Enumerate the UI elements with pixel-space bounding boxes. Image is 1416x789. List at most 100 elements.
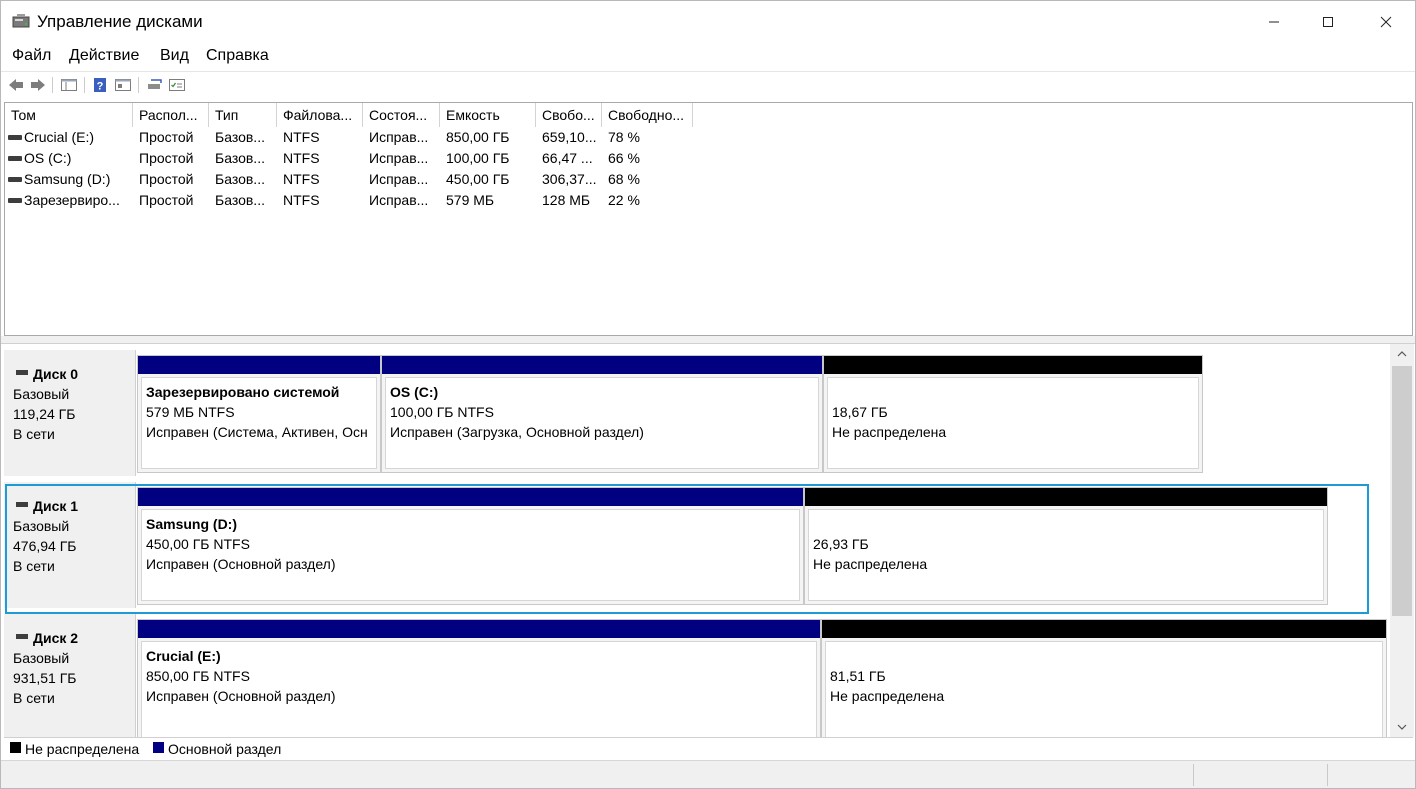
partition-crucial-e[interactable]: Crucial (E:) 850,00 ГБ NTFS Исправен (Ос… <box>137 619 821 737</box>
disk-type: Базовый <box>13 386 70 402</box>
disk-management-app-icon <box>12 14 30 28</box>
partition-size: 26,93 ГБ <box>813 536 869 552</box>
maximize-button[interactable] <box>1299 1 1357 43</box>
partition-status: Исправен (Основной раздел) <box>146 688 336 704</box>
column-header-volume[interactable]: Том <box>5 103 133 127</box>
checklist-icon[interactable] <box>168 77 186 93</box>
column-header-capacity[interactable]: Емкость <box>440 103 536 127</box>
partition-os-c[interactable]: OS (C:) 100,00 ГБ NTFS Исправен (Загрузк… <box>381 355 823 473</box>
volume-layout: Простой <box>139 129 194 145</box>
partition-unallocated[interactable]: 26,93 ГБ Не распределена <box>804 487 1328 605</box>
volume-status: Исправ... <box>369 192 429 208</box>
disk-type: Базовый <box>13 650 70 666</box>
column-header-status[interactable]: Состоя... <box>363 103 440 127</box>
menu-bar: Файл Действие Вид Справка <box>1 43 1415 71</box>
close-button[interactable] <box>1357 1 1415 43</box>
pane-splitter[interactable] <box>1 336 1415 344</box>
column-header-free-percent[interactable]: Свободно... <box>602 103 693 127</box>
partition-size: 18,67 ГБ <box>832 404 888 420</box>
back-icon[interactable] <box>7 77 25 93</box>
menu-help[interactable]: Справка <box>206 47 269 65</box>
disk-icon <box>16 634 28 639</box>
legend-label-unallocated: Не распределена <box>25 741 140 757</box>
partition-bar-unallocated <box>805 488 1327 506</box>
volume-row[interactable]: Зарезервиро... Простой Базов... NTFS Исп… <box>5 191 1412 212</box>
column-header-layout[interactable]: Распол... <box>133 103 209 127</box>
disk-type: Базовый <box>13 518 70 534</box>
volume-type: Базов... <box>215 171 265 187</box>
volume-row[interactable]: OS (C:) Простой Базов... NTFS Исправ... … <box>5 149 1412 170</box>
legend-swatch-unallocated <box>10 742 21 753</box>
menu-file[interactable]: Файл <box>12 47 51 65</box>
partition-bar-primary <box>138 356 380 374</box>
title-bar: Управление дисками <box>1 1 1415 43</box>
disk-map-scrollbar[interactable] <box>1390 344 1414 737</box>
volume-status: Исправ... <box>369 150 429 166</box>
window-title: Управление дисками <box>37 12 203 31</box>
menu-action[interactable]: Действие <box>69 47 139 65</box>
volume-filesystem: NTFS <box>283 171 320 187</box>
volume-free-percent: 78 % <box>608 129 640 145</box>
disk-name: Диск 1 <box>33 498 79 514</box>
status-pane <box>1327 764 1413 786</box>
partition-size: 100,00 ГБ NTFS <box>390 404 494 420</box>
column-header-filesystem[interactable]: Файлова... <box>277 103 363 127</box>
volume-name: Crucial (E:) <box>24 129 95 145</box>
partition-size: 81,51 ГБ <box>830 668 886 684</box>
disk-size: 931,51 ГБ <box>13 670 77 686</box>
status-pane <box>1193 764 1327 786</box>
minimize-button[interactable] <box>1245 1 1303 43</box>
partition-name <box>832 382 1198 402</box>
partition-size: 579 МБ NTFS <box>146 404 235 420</box>
volume-row[interactable]: Samsung (D:) Простой Базов... NTFS Испра… <box>5 170 1412 191</box>
volume-free-percent: 68 % <box>608 171 640 187</box>
partition-status: Исправен (Основной раздел) <box>146 556 336 572</box>
disk-name: Диск 0 <box>33 366 79 382</box>
toolbar: ? <box>1 71 1415 99</box>
volume-type: Базов... <box>215 129 265 145</box>
help-icon[interactable]: ? <box>91 77 109 93</box>
properties-icon[interactable] <box>114 77 132 93</box>
chevron-up-icon <box>1397 351 1407 357</box>
disk-icon <box>16 502 28 507</box>
volume-filesystem: NTFS <box>283 150 320 166</box>
partition-system-reserved[interactable]: Зарезервировано системой 579 МБ NTFS Исп… <box>137 355 381 473</box>
disk-2-label[interactable]: Диск 2 Базовый 931,51 ГБ В сети <box>4 614 136 737</box>
rescan-icon[interactable] <box>146 77 164 93</box>
toolbar-separator <box>52 77 53 93</box>
scroll-up-button[interactable] <box>1390 344 1414 364</box>
legend: Не распределена Основной раздел <box>4 737 1413 759</box>
partition-size: 850,00 ГБ NTFS <box>146 668 250 684</box>
volume-type: Базов... <box>215 150 265 166</box>
partition-name: Samsung (D:) <box>146 516 237 532</box>
volume-free-space: 128 МБ <box>542 192 591 208</box>
volume-name: OS (C:) <box>24 150 72 166</box>
status-bar <box>1 760 1415 788</box>
volume-filesystem: NTFS <box>283 192 320 208</box>
minimize-icon <box>1269 21 1279 23</box>
volume-list: Том Распол... Тип Файлова... Состоя... Е… <box>4 102 1413 336</box>
volume-status: Исправ... <box>369 129 429 145</box>
scroll-down-button[interactable] <box>1390 717 1414 737</box>
volume-layout: Простой <box>139 150 194 166</box>
column-header-type[interactable]: Тип <box>209 103 277 127</box>
volume-layout: Простой <box>139 171 194 187</box>
menu-view[interactable]: Вид <box>160 47 189 65</box>
volume-row[interactable]: Crucial (E:) Простой Базов... NTFS Испра… <box>5 128 1412 149</box>
disk-size: 476,94 ГБ <box>13 538 77 554</box>
forward-icon[interactable] <box>29 77 47 93</box>
disk-1-label[interactable]: Диск 1 Базовый 476,94 ГБ В сети <box>4 482 136 608</box>
volume-filesystem: NTFS <box>283 129 320 145</box>
partition-unallocated[interactable]: 18,67 ГБ Не распределена <box>823 355 1203 473</box>
console-tree-icon[interactable] <box>60 77 78 93</box>
partition-status: Не распределена <box>830 688 945 704</box>
disk-0-label[interactable]: Диск 0 Базовый 119,24 ГБ В сети <box>4 350 136 476</box>
toolbar-separator <box>138 77 139 93</box>
scroll-thumb[interactable] <box>1392 366 1412 616</box>
legend-swatch-primary <box>153 742 164 753</box>
partition-unallocated[interactable]: 81,51 ГБ Не распределена <box>821 619 1387 737</box>
disk-icon <box>16 370 28 375</box>
maximize-icon <box>1323 17 1333 27</box>
column-header-free-space[interactable]: Свобо... <box>536 103 602 127</box>
partition-samsung-d[interactable]: Samsung (D:) 450,00 ГБ NTFS Исправен (Ос… <box>137 487 804 605</box>
